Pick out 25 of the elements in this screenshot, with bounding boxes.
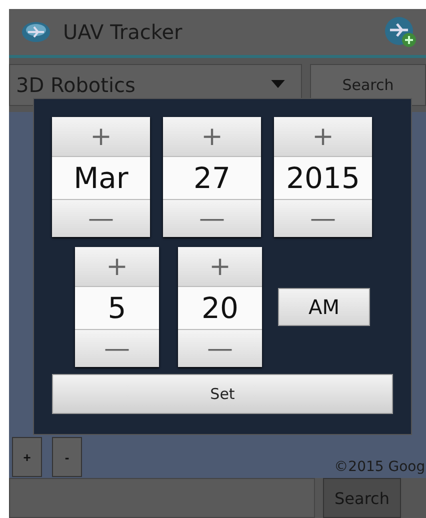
- increment-button[interactable]: +: [75, 247, 159, 287]
- picker-value: 20: [178, 287, 262, 329]
- increment-button[interactable]: +: [163, 117, 261, 157]
- am-pm-button[interactable]: AM: [278, 288, 370, 326]
- add-airplane-icon[interactable]: [382, 16, 418, 48]
- decrement-button[interactable]: —: [52, 199, 150, 237]
- search-field[interactable]: [9, 478, 315, 518]
- increment-button[interactable]: +: [178, 247, 262, 287]
- zoom-out-button[interactable]: -: [52, 437, 82, 477]
- set-button[interactable]: Set: [52, 374, 393, 414]
- app-title: UAV Tracker: [63, 20, 184, 44]
- decrement-button[interactable]: —: [178, 329, 262, 367]
- decrement-button[interactable]: —: [75, 329, 159, 367]
- airplane-globe-icon: [21, 21, 51, 43]
- zoom-in-button[interactable]: +: [12, 437, 42, 477]
- decrement-button[interactable]: —: [163, 199, 261, 237]
- caret-icon: [271, 80, 285, 88]
- picker-value: 27: [163, 157, 261, 199]
- map-copyright: ©2015 Googl: [334, 459, 426, 475]
- picker-value: Mar: [52, 157, 150, 199]
- picker-value: 2015: [274, 157, 372, 199]
- increment-button[interactable]: +: [274, 117, 372, 157]
- increment-button[interactable]: +: [52, 117, 150, 157]
- decrement-button[interactable]: —: [274, 199, 372, 237]
- picker-value: 5: [75, 287, 159, 329]
